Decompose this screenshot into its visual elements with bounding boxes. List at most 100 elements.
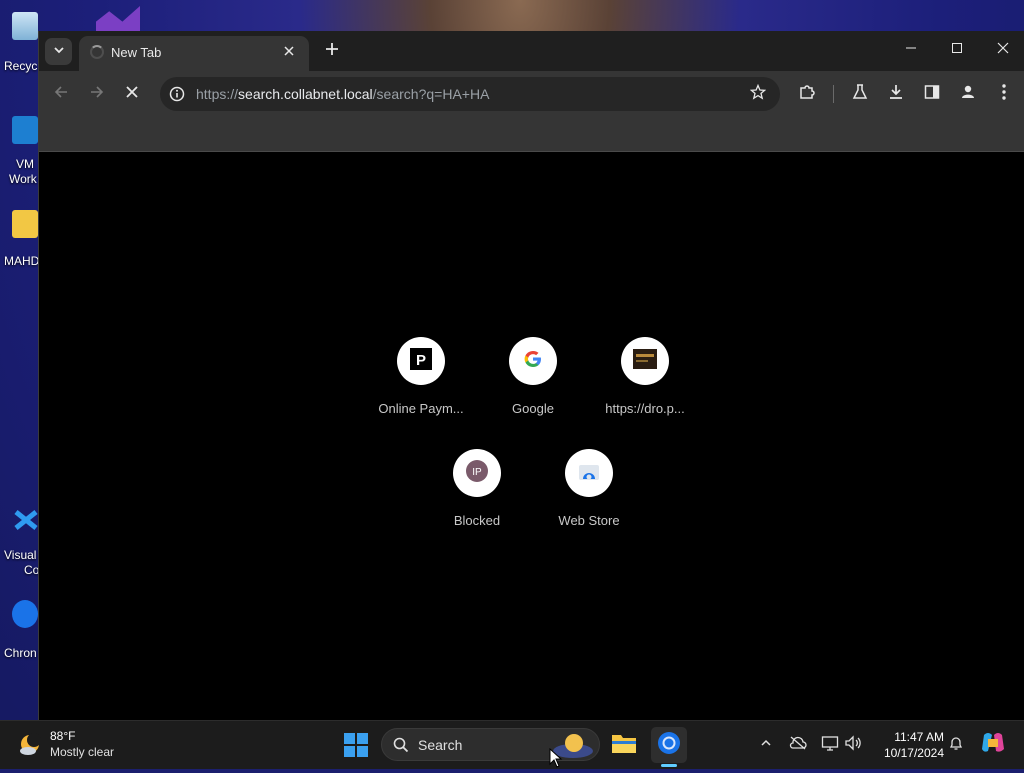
cloud-offline-icon xyxy=(789,736,807,755)
notifications-button[interactable] xyxy=(944,733,968,757)
start-button[interactable] xyxy=(343,732,369,758)
desktop-icon-label: Visual Co xyxy=(4,548,39,578)
recycle-bin-icon xyxy=(12,12,38,40)
shortcut-icon-circle xyxy=(509,337,557,385)
minimize-icon xyxy=(905,41,917,59)
shortcut-label: Blocked xyxy=(453,513,501,528)
copilot-icon xyxy=(980,731,1006,760)
minimize-button[interactable] xyxy=(893,37,929,63)
side-panel-button[interactable] xyxy=(920,82,944,106)
shortcut-tile[interactable]: IP Blocked xyxy=(421,449,533,528)
desktop-icon-label-line: VM xyxy=(16,157,34,171)
desktop-icon-chrome[interactable]: Chron xyxy=(0,600,40,660)
weather-condition: Mostly clear xyxy=(50,745,115,759)
tab-close-button[interactable] xyxy=(279,42,299,62)
menu-button[interactable] xyxy=(992,82,1016,106)
taskbar-search-label: Search xyxy=(418,737,463,753)
back-button[interactable] xyxy=(49,82,73,106)
new-tab-button[interactable] xyxy=(320,39,344,63)
url-host: search.collabnet.local xyxy=(238,86,373,102)
desktop-icon-folder[interactable]: MAHD xyxy=(0,210,40,268)
vmware-icon xyxy=(12,116,38,144)
moon-cloud-icon xyxy=(18,733,42,762)
maximize-button[interactable] xyxy=(939,37,975,63)
svg-text:IP: IP xyxy=(472,467,482,478)
desktop-icon-label-line: Work xyxy=(9,172,37,186)
taskbar-chrome[interactable] xyxy=(651,727,687,767)
close-icon xyxy=(284,43,294,61)
svg-text:P: P xyxy=(416,352,426,369)
maximize-icon xyxy=(951,41,963,59)
shortcut-label: Web Store xyxy=(558,513,620,528)
desktop-icon-label-line: Co xyxy=(24,563,40,577)
profile-button[interactable] xyxy=(956,82,980,106)
star-icon xyxy=(749,83,767,105)
clock-time: 11:47 AM xyxy=(894,730,944,744)
browser-window: New Tab https://search.collabnet.local/s… xyxy=(38,31,1024,720)
address-bar[interactable]: https://search.collabnet.local/search?q=… xyxy=(160,77,780,111)
labs-button[interactable] xyxy=(848,82,872,106)
network-icon xyxy=(821,735,839,756)
show-hidden-icons-button[interactable] xyxy=(754,733,778,757)
chrome-icon xyxy=(12,600,38,628)
desktop-icon-label: Chron xyxy=(4,646,37,660)
onedrive-button[interactable] xyxy=(786,733,810,757)
site-info-icon[interactable] xyxy=(168,85,186,103)
volume-button[interactable] xyxy=(841,733,865,757)
close-icon xyxy=(997,41,1009,59)
tab-search-button[interactable] xyxy=(45,38,72,65)
bookmark-star-button[interactable] xyxy=(748,83,768,105)
shortcut-tile[interactable]: Web Store xyxy=(533,449,645,528)
arrow-left-icon xyxy=(53,84,69,105)
bookmarks-bar xyxy=(39,117,1024,152)
network-button[interactable] xyxy=(818,733,842,757)
close-icon xyxy=(125,85,139,104)
desktop-icon-vscode[interactable]: Visual Co xyxy=(0,506,40,577)
stop-loading-button[interactable] xyxy=(120,82,144,106)
chrome-icon xyxy=(657,731,681,760)
url-path: /search?q=HA+HA xyxy=(372,86,490,102)
visual-studio-icon xyxy=(96,6,140,32)
shortcut-label: Online Paym... xyxy=(378,401,464,416)
copilot-button[interactable] xyxy=(978,730,1008,760)
folder-icon xyxy=(12,210,38,238)
forward-button[interactable] xyxy=(85,82,109,106)
desktop-icon-label-line: Visual xyxy=(4,548,37,562)
shortcut-tile[interactable]: P Online Paym... xyxy=(365,337,477,416)
mouse-cursor xyxy=(549,747,563,773)
ip-icon: IP xyxy=(466,459,488,487)
shortcut-tile[interactable]: Google xyxy=(477,337,589,416)
desktop-icon-recycle-bin[interactable]: Recyc xyxy=(0,12,40,73)
downloads-button[interactable] xyxy=(884,82,908,106)
shortcut-label: https://dro.p... xyxy=(605,401,685,416)
arrow-right-icon xyxy=(89,84,105,105)
browser-toolbar: https://search.collabnet.local/search?q=… xyxy=(39,71,1024,117)
speaker-icon xyxy=(844,734,862,756)
active-app-indicator xyxy=(661,764,677,767)
shortcut-icon-circle: IP xyxy=(453,449,501,497)
close-window-button[interactable] xyxy=(985,37,1021,63)
taskbar-file-explorer[interactable] xyxy=(606,727,642,763)
vscode-icon xyxy=(12,506,38,534)
shortcut-tile[interactable]: https://dro.p... xyxy=(589,337,701,416)
system-clock[interactable]: 11:47 AM 10/17/2024 xyxy=(872,729,944,761)
web-store-icon xyxy=(578,461,600,486)
taskbar: 88°F Mostly clear Search 11:47 AM 10/17/… xyxy=(0,720,1024,769)
search-icon xyxy=(393,737,409,758)
desktop-icon-vmware[interactable]: VM Work xyxy=(0,116,40,186)
folder-icon xyxy=(611,732,637,759)
taskbar-search-box[interactable]: Search xyxy=(381,728,600,761)
extensions-button[interactable] xyxy=(795,82,819,106)
tab-strip: New Tab xyxy=(39,31,1024,71)
url-text: https://search.collabnet.local/search?q=… xyxy=(196,86,489,102)
loading-spinner-icon xyxy=(90,45,104,59)
tab-new-tab[interactable]: New Tab xyxy=(79,36,309,71)
side-panel-icon xyxy=(923,83,941,106)
puzzle-icon xyxy=(798,83,816,106)
person-icon xyxy=(959,83,977,106)
plus-icon xyxy=(325,42,339,61)
weather-temp: 88°F xyxy=(50,729,76,743)
desktop-icon-label: VM Work xyxy=(4,157,37,187)
shortcut-icon-circle xyxy=(565,449,613,497)
site-thumbnail-icon xyxy=(633,348,657,374)
